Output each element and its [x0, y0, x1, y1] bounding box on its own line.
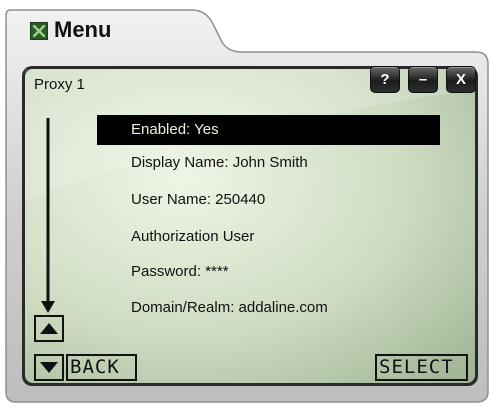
screen-title: Proxy 1: [34, 76, 85, 93]
select-softkey[interactable]: SELECT: [375, 354, 468, 381]
close-button[interactable]: X: [446, 66, 476, 93]
menu-app-icon: [30, 22, 48, 40]
window-title: Menu: [54, 17, 112, 42]
help-button[interactable]: ?: [370, 66, 400, 93]
triangle-up-icon: [40, 323, 58, 334]
menu-item-enabled[interactable]: Enabled: Yes: [97, 115, 440, 145]
menu-item-password[interactable]: Password: ****: [97, 257, 440, 287]
minimize-button[interactable]: –: [408, 66, 438, 93]
menu-item-display-name[interactable]: Display Name: John Smith: [97, 148, 440, 178]
scroll-up-button[interactable]: [34, 315, 64, 342]
back-softkey[interactable]: BACK: [66, 354, 137, 381]
menu-item-authorization-user[interactable]: Authorization User: [97, 222, 440, 252]
triangle-down-icon: [40, 362, 58, 373]
menu-item-user-name[interactable]: User Name: 250440: [97, 185, 440, 215]
scroll-down-button[interactable]: [34, 354, 64, 381]
menu-item-domain-realm[interactable]: Domain/Realm: addaline.com: [97, 293, 440, 323]
